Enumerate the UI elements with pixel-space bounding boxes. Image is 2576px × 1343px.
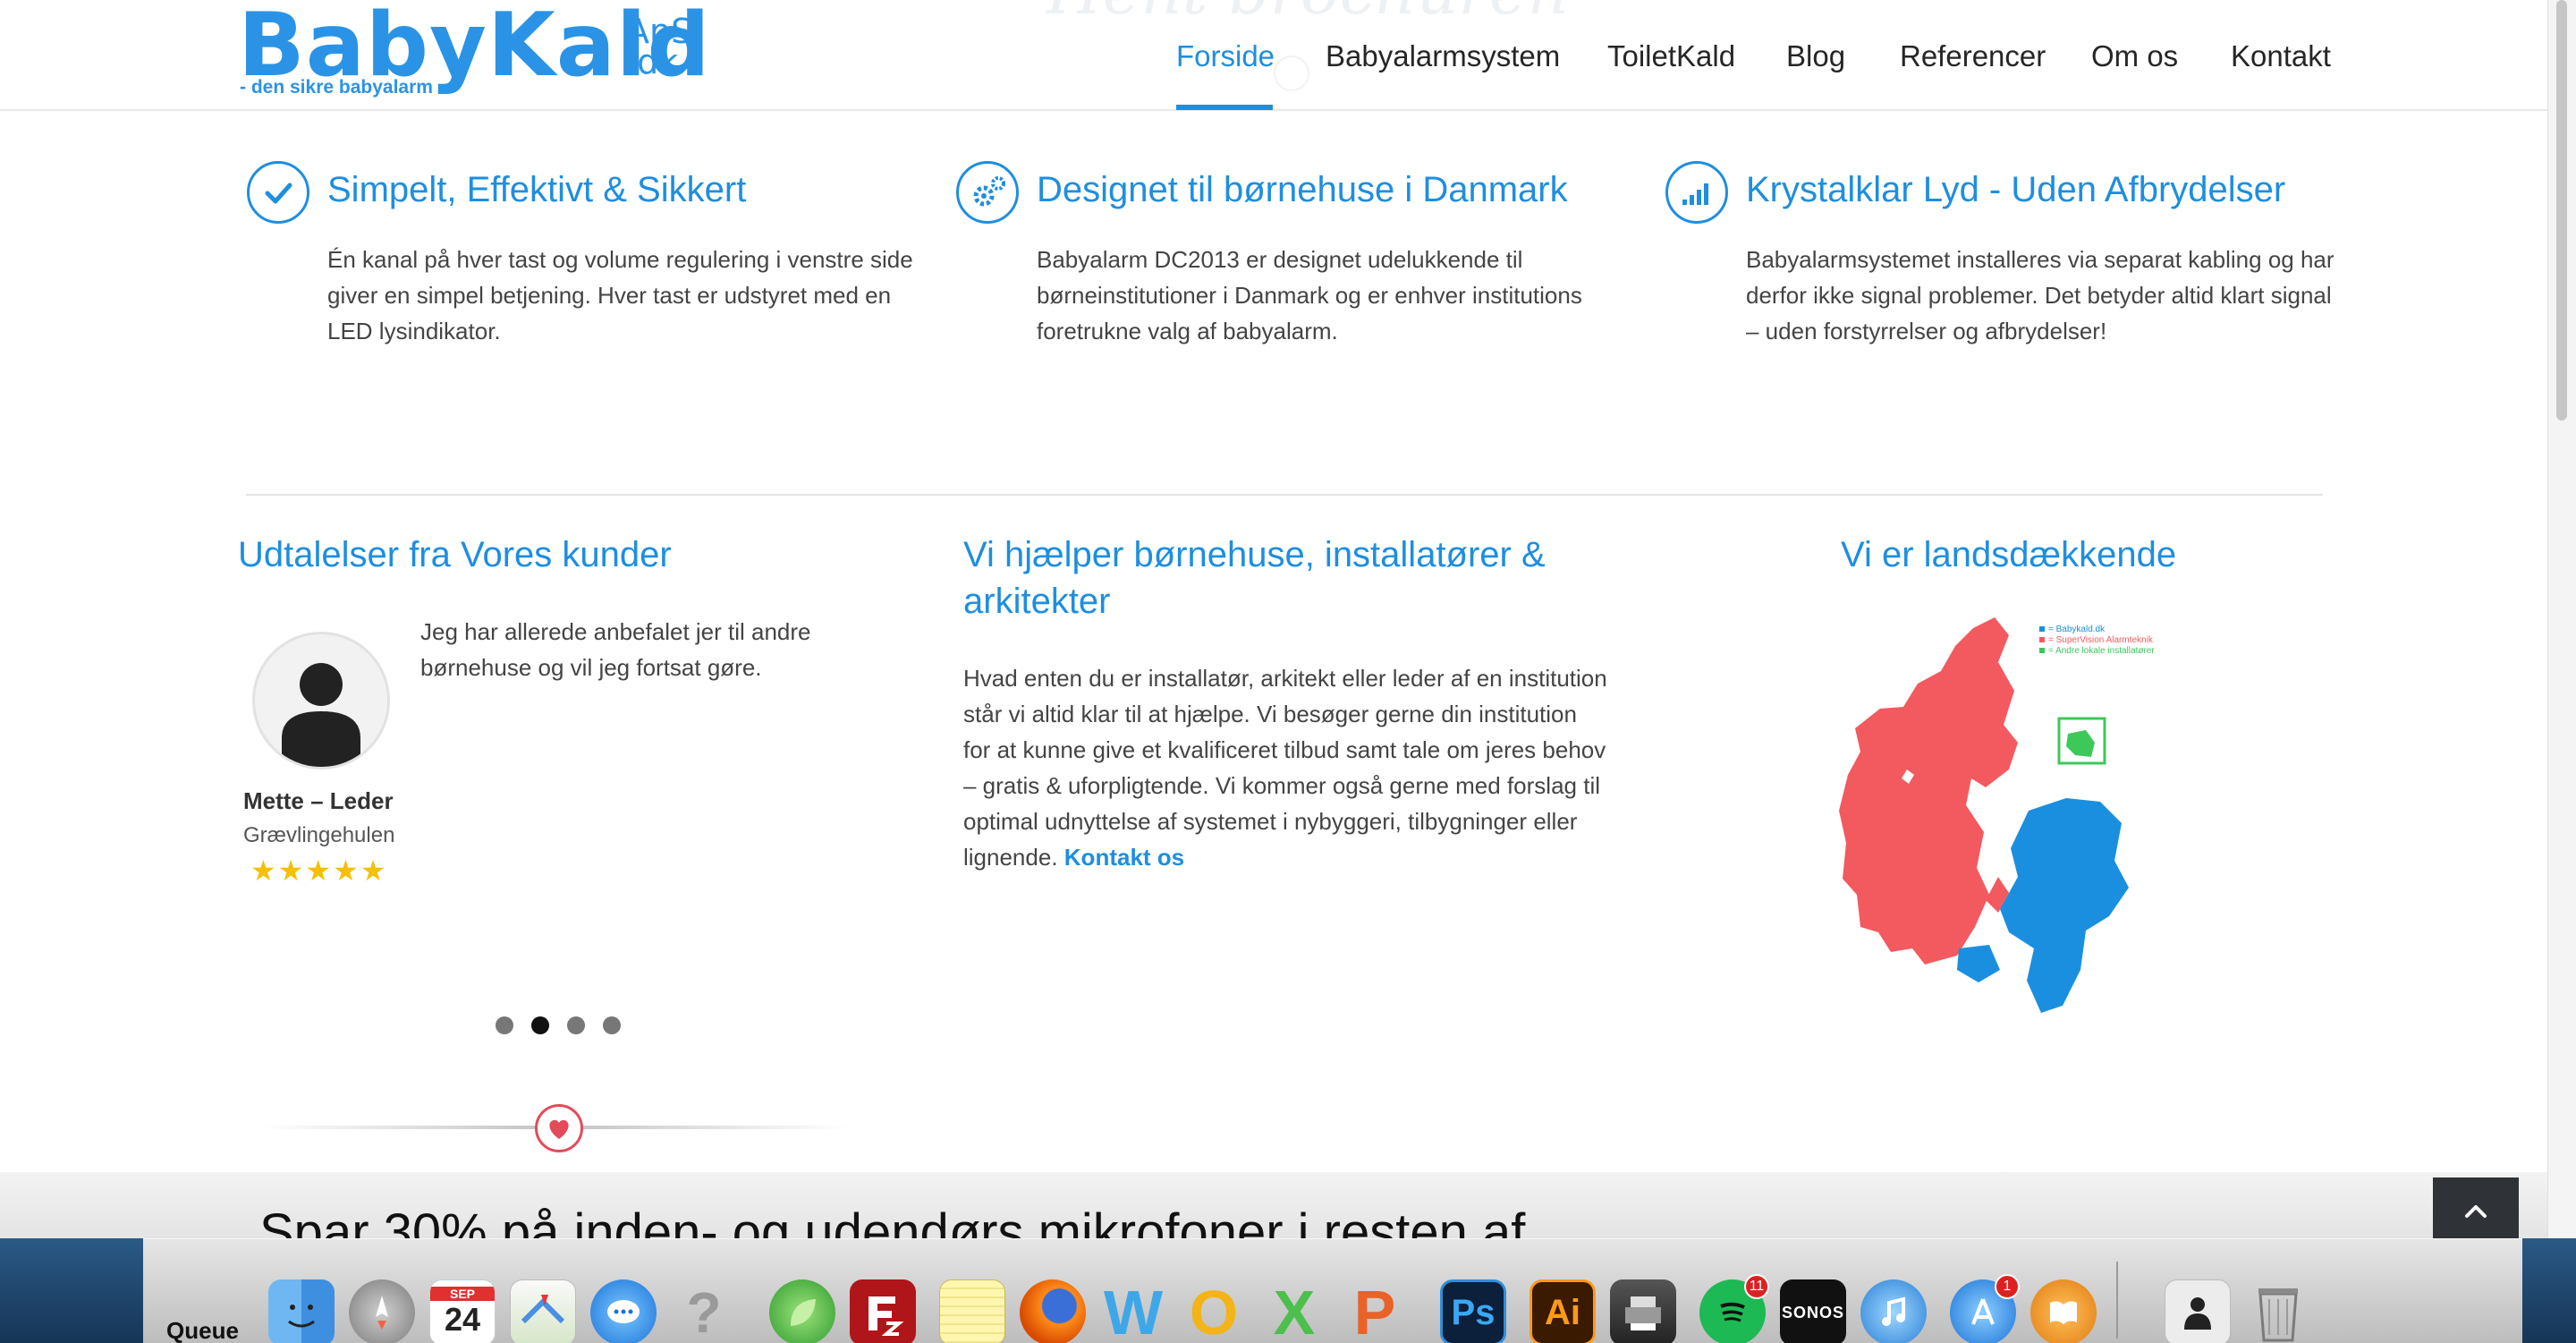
help-text-block: Hvad enten du er installatør, arkitekt e… — [963, 660, 1607, 875]
ibooks-icon[interactable] — [2030, 1279, 2097, 1343]
map-legend-others: = Andre lokale installatører — [2048, 646, 2155, 656]
help-text: Hvad enten du er installatør, arkitekt e… — [963, 665, 1607, 871]
firefox-icon[interactable] — [1020, 1279, 1086, 1343]
rating-stars: ★★★★★ — [250, 854, 388, 887]
illustrator-icon[interactable]: Ai — [1530, 1279, 1596, 1343]
ghost-heading: Hent brochuren — [1046, 0, 1569, 29]
heart-icon — [535, 1104, 583, 1152]
gears-icon — [956, 161, 1019, 224]
launchpad-icon[interactable] — [349, 1279, 415, 1343]
nav-item-referencer[interactable]: Referencer — [1900, 39, 2046, 73]
carousel-dot-4[interactable] — [603, 1016, 621, 1034]
logo[interactable]: BabyKald ApS .dk - den sikre babyalarm — [0, 0, 716, 111]
denmark-coverage-map: = Babykald.dk = SuperVision Alarmteknik … — [1807, 608, 2218, 1020]
nav-active-indicator — [1176, 105, 1273, 110]
avatar — [252, 632, 390, 769]
testimonial-org: Grævlingehulen — [243, 823, 395, 847]
nav-item-toiletkald[interactable]: ToiletKald — [1607, 39, 1735, 73]
outlook-icon[interactable]: O — [1181, 1279, 1247, 1343]
nav-item-forside[interactable]: Forside — [1176, 39, 1275, 73]
nav-item-kontakt[interactable]: Kontakt — [2231, 39, 2331, 73]
nav-item-blog[interactable]: Blog — [1786, 39, 1845, 73]
dock-separator — [2116, 1262, 2118, 1339]
back-to-top-button[interactable] — [2433, 1177, 2519, 1244]
testimonial-quote: Jeg har allerede anbefalet jer til andre… — [420, 618, 811, 681]
contact-link[interactable]: Kontakt os — [1064, 844, 1184, 871]
carousel-dot-1[interactable] — [496, 1016, 513, 1034]
calendar-icon[interactable]: SEP 24 — [429, 1279, 496, 1343]
feature-text: Babyalarmsystemet installeres via separa… — [1746, 246, 2334, 344]
map-legend-babykald: = Babykald.dk — [2048, 625, 2106, 634]
promo-band: Spar 30% på inden- og udendørs mikrofone… — [0, 1172, 2576, 1244]
logo-tagline: - den sikre babyalarm — [240, 77, 433, 98]
messages-icon[interactable] — [590, 1279, 657, 1343]
feature-text: Babyalarm DC2013 er designet udelukkende… — [1037, 246, 1582, 344]
logo-suffix: ApS .dk — [626, 14, 692, 81]
nav-item-om-os[interactable]: Om os — [2091, 39, 2178, 73]
scrollbar-thumb[interactable] — [2556, 0, 2567, 421]
trash-icon[interactable] — [2245, 1279, 2311, 1343]
unknown-app-icon[interactable]: ? — [671, 1279, 737, 1343]
queue-label: Queue — [166, 1317, 239, 1343]
map-legend-supervision: = SuperVision Alarmteknik — [2048, 635, 2154, 645]
maps-icon[interactable] — [510, 1279, 576, 1343]
section-divider — [246, 494, 2323, 496]
help-title: Vi hjælper børnehuse, installatører & ar… — [963, 535, 1546, 621]
user-folder-icon[interactable] — [2165, 1279, 2231, 1343]
printer-icon[interactable] — [1610, 1279, 1676, 1343]
sonos-icon[interactable]: SONOS — [1780, 1279, 1846, 1343]
signal-bars-icon — [1665, 161, 1728, 224]
itunes-icon[interactable] — [1860, 1279, 1927, 1343]
powerpoint-icon[interactable]: P — [1342, 1279, 1408, 1343]
feature-title: Designet til børnehuse i Danmark — [1037, 170, 1568, 209]
coverage-title: Vi er landsdækkende — [1841, 535, 2177, 574]
spotify-badge: 11 — [1744, 1274, 1769, 1299]
notes-icon[interactable] — [939, 1279, 1005, 1343]
excel-icon[interactable]: X — [1261, 1279, 1327, 1343]
finder-icon[interactable] — [268, 1279, 335, 1343]
check-circle-icon — [247, 161, 309, 224]
carousel-dot-3[interactable] — [567, 1016, 585, 1034]
word-icon[interactable]: W — [1100, 1279, 1166, 1343]
testimonial-name: Mette – Leder — [243, 787, 394, 814]
nav-item-babyalarmsystem[interactable]: Babyalarmsystem — [1326, 39, 1560, 73]
ghost-arrow-icon — [1274, 55, 1309, 91]
calendar-day: 24 — [444, 1301, 481, 1338]
leaf-app-icon[interactable] — [769, 1279, 835, 1343]
logo-suffix-bottom: .dk — [626, 42, 679, 81]
site-header: Hent brochuren BabyKald ApS .dk - den si… — [0, 0, 2576, 111]
photoshop-icon[interactable]: Ps — [1440, 1279, 1506, 1343]
app-store-badge: 1 — [1995, 1274, 2020, 1299]
feature-title: Simpelt, Effektivt & Sikkert — [327, 170, 747, 209]
calendar-month: SEP — [430, 1287, 495, 1301]
testimonials-title: Udtalelser fra Vores kunder — [238, 535, 672, 574]
feature-title: Krystalklar Lyd - Uden Afbrydelser — [1746, 170, 2286, 209]
feature-text: Én kanal på hver tast og volume reguleri… — [327, 246, 913, 344]
filezilla-icon[interactable] — [850, 1279, 916, 1343]
carousel-dot-2[interactable] — [531, 1016, 549, 1034]
